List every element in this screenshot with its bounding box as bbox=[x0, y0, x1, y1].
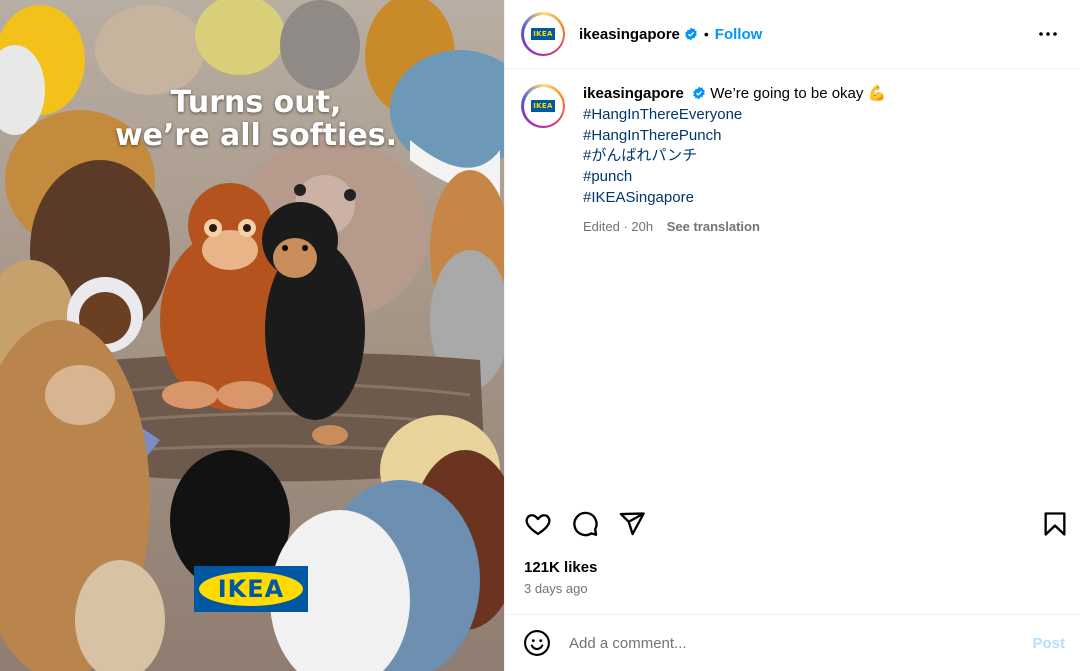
edited-timestamp: Edited · 20h bbox=[583, 218, 654, 234]
see-translation-link[interactable]: See translation bbox=[667, 219, 760, 234]
post-image[interactable]: Turns out, we’re all softies. IKEA bbox=[0, 0, 504, 671]
post-comment-button[interactable]: Post bbox=[1032, 635, 1065, 652]
post-timestamp[interactable]: 3 days ago bbox=[524, 581, 588, 596]
share-icon[interactable] bbox=[618, 510, 646, 538]
post-header: IKEA ikeasingapore • Follow bbox=[505, 0, 1080, 69]
hashtag-link[interactable]: #punch bbox=[583, 167, 886, 188]
action-bar bbox=[521, 507, 1069, 539]
likes-count[interactable]: 121K likes bbox=[524, 559, 597, 576]
comment-bar: Post bbox=[505, 614, 1080, 671]
emoji-icon[interactable] bbox=[523, 629, 551, 657]
caption-avatar[interactable]: IKEA bbox=[521, 84, 565, 128]
header-username[interactable]: ikeasingapore bbox=[579, 26, 680, 43]
bookmark-icon[interactable] bbox=[1041, 510, 1069, 538]
header-separator: • bbox=[703, 26, 709, 42]
comment-input[interactable] bbox=[569, 634, 1009, 652]
caption-meta: Edited · 20h See translation bbox=[583, 217, 886, 238]
hashtag-link[interactable]: #がんばれパンチ bbox=[583, 146, 886, 167]
post-caption: IKEA ikeasingapore We’re going to be oka… bbox=[521, 84, 1061, 238]
follow-button[interactable]: Follow bbox=[715, 26, 763, 43]
caption-text: We’re going to be okay 💪 bbox=[710, 85, 887, 102]
overlay-line-2: we’re all softies. bbox=[114, 118, 398, 153]
hashtag-link[interactable]: #HangInTherePunch bbox=[583, 126, 886, 147]
hashtag-link[interactable]: #HangInThereEveryone bbox=[583, 105, 886, 126]
overlay-line-1: Turns out, bbox=[170, 85, 342, 120]
caption-username[interactable]: ikeasingapore bbox=[583, 85, 684, 102]
hashtag-link[interactable]: #IKEASingapore bbox=[583, 188, 886, 209]
caption-verified-badge-icon bbox=[693, 86, 705, 100]
avatar-logo-text: IKEA bbox=[531, 28, 555, 40]
ikea-logo-text: IKEA bbox=[217, 575, 285, 603]
image-overlay-text: Turns out, we’re all softies. bbox=[0, 86, 504, 152]
more-options-icon[interactable] bbox=[1036, 22, 1060, 46]
caption-avatar-logo-text: IKEA bbox=[531, 100, 555, 112]
ikea-logo: IKEA bbox=[194, 566, 308, 612]
heart-icon[interactable] bbox=[524, 510, 552, 538]
post-details-panel: IKEA ikeasingapore • Follow IKEA ikeasin… bbox=[504, 0, 1080, 671]
verified-badge-icon bbox=[685, 27, 697, 41]
avatar[interactable]: IKEA bbox=[521, 12, 565, 56]
comment-icon[interactable] bbox=[571, 510, 599, 538]
